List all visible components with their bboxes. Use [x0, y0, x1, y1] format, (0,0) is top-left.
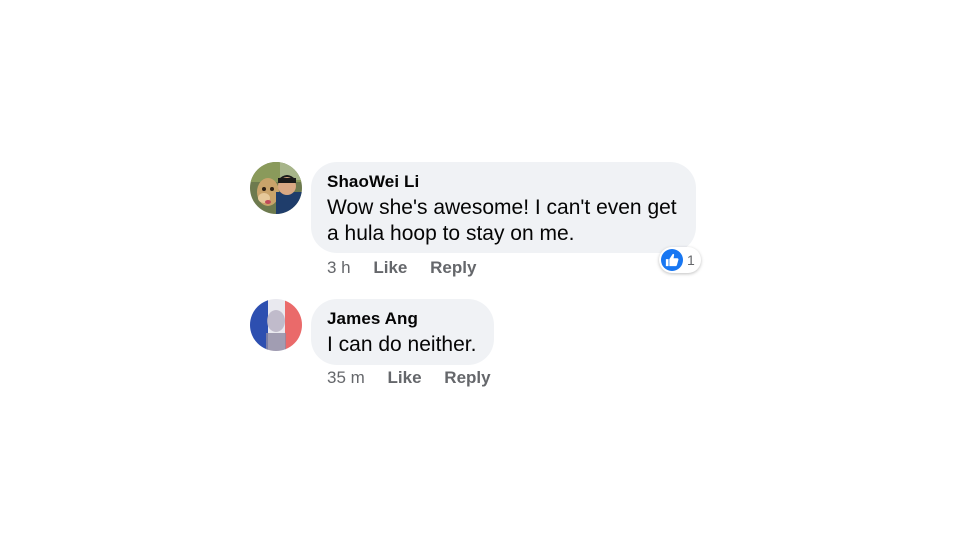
reaction-count: 1 [687, 252, 695, 268]
comment-timestamp[interactable]: 35 m [327, 367, 365, 389]
comment-bubble: James Ang I can do neither. [311, 299, 494, 365]
comment-text-line: Wow she's awesome! I can't even get [327, 196, 677, 219]
comment-author[interactable]: James Ang [327, 309, 478, 329]
reply-button[interactable]: Reply [444, 367, 490, 389]
comment-timestamp[interactable]: 3 h [327, 257, 351, 279]
like-button[interactable]: Like [373, 257, 407, 279]
thumbs-up-icon [661, 249, 683, 271]
comment-text-line: a hula hoop to stay on me. [327, 222, 575, 245]
reply-button[interactable]: Reply [430, 257, 476, 279]
like-button[interactable]: Like [388, 367, 422, 389]
comment-thread: ShaoWei Li Wow she's awesome! I can't ev… [0, 0, 960, 540]
comment-bubble: ShaoWei Li Wow she's awesome! I can't ev… [311, 162, 696, 253]
comment-author[interactable]: ShaoWei Li [327, 172, 680, 192]
comment-actions: 3 h Like Reply [327, 257, 476, 279]
avatar-photo-icon [250, 162, 302, 214]
avatar-photo-icon [250, 299, 302, 351]
comment-text: I can do neither. [327, 333, 477, 356]
reaction-summary[interactable]: 1 [659, 247, 701, 273]
comment-text: Wow she's awesome! I can't even get a hu… [327, 195, 680, 247]
avatar[interactable] [250, 299, 302, 351]
avatar[interactable] [250, 162, 302, 214]
comment-actions: 35 m Like Reply [327, 367, 491, 389]
